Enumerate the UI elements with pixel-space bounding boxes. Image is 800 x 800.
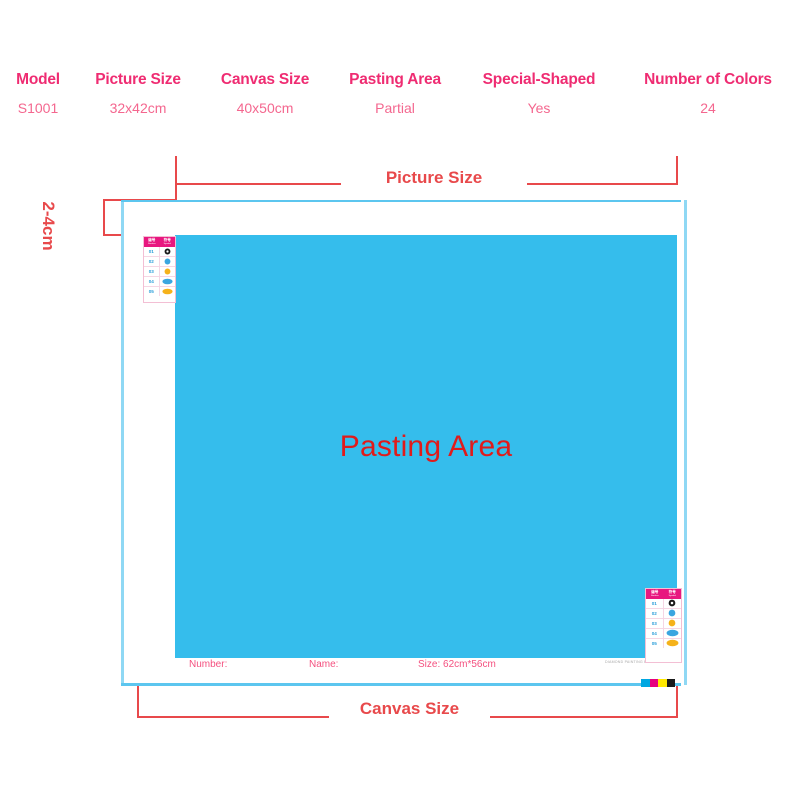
legend-row-number: 02	[144, 256, 160, 266]
color-legend-header-symbol: 符号 Symbol	[160, 237, 176, 247]
spec-column-picture-size: Picture Size 32x42cm	[76, 70, 200, 118]
legend-header-number-en: Number	[650, 594, 659, 597]
ellipse-icon	[666, 639, 679, 647]
legend-header-symbol-en: Symbol	[163, 242, 171, 245]
circle-icon	[164, 258, 171, 265]
legend-row: 02	[144, 256, 176, 267]
ellipse-icon	[666, 629, 679, 637]
cmyk-swatch-black	[666, 679, 675, 687]
legend-row-number: 01	[144, 246, 160, 256]
canvas-size-rule-left	[137, 716, 329, 718]
spec-label-model: Model	[16, 71, 60, 88]
legend-header-symbol-en: Symbol	[668, 594, 676, 597]
spec-column-model: Model S1001	[0, 70, 76, 118]
legend-row: 04	[646, 628, 682, 639]
spec-table: Model S1001 Picture Size 32x42cm Canvas …	[0, 70, 800, 126]
ring-icon	[668, 599, 676, 607]
color-legend-header: 编号 Number 符号 Symbol	[646, 589, 681, 599]
ring-icon	[164, 248, 171, 255]
picture-size-rule-left	[175, 183, 341, 185]
spec-value-special-shaped: Yes	[527, 100, 551, 116]
legend-row-symbol	[664, 599, 682, 608]
color-legend-header: 编号 Number 符号 Symbol	[144, 237, 175, 247]
circle-icon	[668, 619, 676, 627]
legend-row: 05	[144, 286, 176, 296]
spec-value-model: S1001	[17, 100, 59, 116]
legend-row: 03	[646, 618, 682, 629]
size-field-label: Size: 62cm*56cm	[418, 659, 496, 670]
legend-row-number: 03	[646, 618, 664, 628]
spec-label-picture-size: Picture Size	[95, 71, 181, 88]
legend-row: 01	[646, 598, 682, 609]
spec-column-number-of-colors: Number of Colors 24	[618, 70, 798, 118]
canvas-size-left-tick	[137, 686, 139, 718]
legend-header-number-en: Number	[147, 242, 156, 245]
canvas-top-edge	[121, 200, 681, 202]
legend-row-number: 04	[144, 276, 160, 286]
name-field-label: Name:	[309, 659, 339, 670]
spec-label-pasting-area: Pasting Area	[349, 71, 441, 88]
spec-column-special-shaped: Special-Shaped Yes	[460, 70, 618, 118]
legend-row: 04	[144, 276, 176, 287]
spec-value-picture-size: 32x42cm	[109, 100, 167, 116]
spec-column-pasting-area: Pasting Area Partial	[330, 70, 460, 118]
legend-row-symbol	[664, 629, 682, 638]
legend-row-symbol	[160, 257, 176, 266]
legend-row: 02	[646, 608, 682, 619]
legend-row-symbol	[160, 287, 176, 296]
pasting-area-label: Pasting Area	[339, 429, 513, 463]
spec-label-canvas-size: Canvas Size	[220, 71, 310, 88]
margin-bracket-left-tick	[103, 199, 105, 236]
spec-label-number-of-colors: Number of Colors	[644, 71, 772, 88]
canvas-size-label: Canvas Size	[359, 699, 460, 718]
picture-size-right-tick	[676, 156, 678, 184]
ellipse-icon	[162, 288, 173, 294]
color-legend-header-symbol: 符号 Symbol	[664, 589, 682, 599]
color-legend-bottom-right: 编号 Number 符号 Symbol 01 02 03 04 05	[645, 588, 682, 663]
picture-size-label: Picture Size	[385, 168, 483, 187]
legend-row-symbol	[160, 247, 176, 256]
ellipse-icon	[162, 278, 173, 284]
legend-row-symbol	[160, 267, 176, 276]
margin-size-label: 2-4cm	[39, 201, 58, 251]
cmyk-swatch-cyan	[641, 679, 650, 687]
spec-value-canvas-size: 40x50cm	[236, 100, 294, 116]
pasting-area-region: Pasting Area	[175, 235, 677, 658]
legend-row-number: 05	[646, 638, 664, 648]
cmyk-swatch-yellow	[658, 679, 667, 687]
legend-row-number: 02	[646, 608, 664, 618]
legend-row-symbol	[664, 609, 682, 618]
legend-row-symbol	[664, 639, 682, 648]
spec-label-special-shaped: Special-Shaped	[482, 71, 596, 88]
legend-row-number: 03	[144, 266, 160, 276]
legend-row-symbol	[664, 619, 682, 628]
legend-row-number: 01	[646, 598, 664, 608]
legend-row: 01	[144, 246, 176, 257]
legend-row-number: 04	[646, 628, 664, 638]
canvas-size-right-tick	[676, 686, 678, 718]
legend-row-number: 05	[144, 286, 160, 296]
number-field-label: Number:	[189, 659, 228, 670]
cmyk-registration-bar	[641, 679, 675, 687]
circle-icon	[164, 268, 171, 275]
cmyk-swatch-magenta	[649, 679, 658, 687]
color-legend-header-number: 编号 Number	[646, 589, 664, 599]
canvas-bottom-info: Number: Name: Size: 62cm*56cm DIAMOND PA…	[175, 658, 677, 687]
legend-row: 05	[646, 638, 682, 648]
circle-icon	[668, 609, 676, 617]
canvas-size-rule-right	[490, 716, 678, 718]
color-legend-header-number: 编号 Number	[144, 237, 160, 247]
spec-column-canvas-size: Canvas Size 40x50cm	[200, 70, 330, 118]
color-legend-top-left: 编号 Number 符号 Symbol 01 02 03 04 05	[143, 236, 176, 303]
legend-row-symbol	[160, 277, 176, 286]
picture-size-rule-right	[527, 183, 678, 185]
spec-value-pasting-area: Partial	[375, 100, 415, 116]
canvas-diagram: Picture Size 2-4cm Pasting Area Number: …	[0, 140, 800, 760]
spec-value-number-of-colors: 24	[700, 100, 716, 116]
legend-row: 03	[144, 266, 176, 277]
